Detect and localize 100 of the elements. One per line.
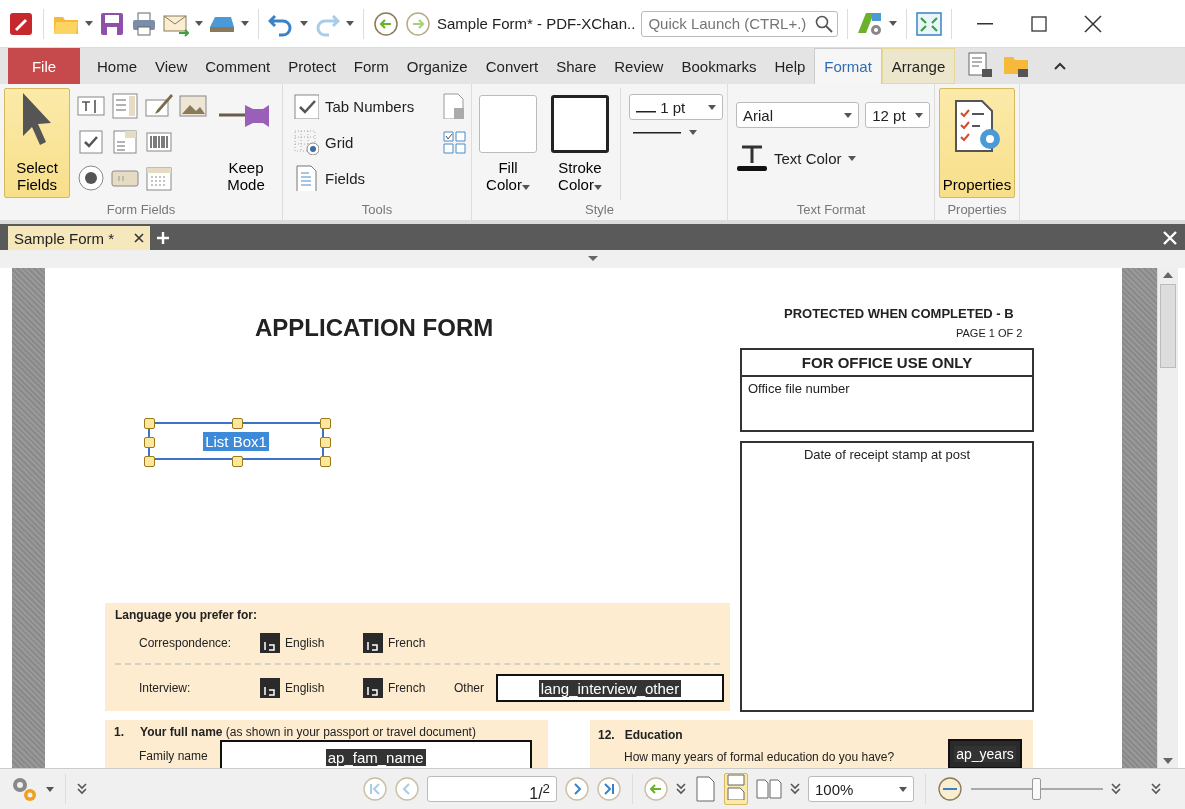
document-tab[interactable]: Sample Form * bbox=[8, 226, 150, 250]
row-label: Correspondence: bbox=[139, 636, 233, 650]
caret-icon[interactable] bbox=[85, 21, 93, 26]
ribbon-tab[interactable]: Home bbox=[88, 48, 146, 84]
gear-palette-icon[interactable] bbox=[857, 10, 884, 37]
stroke-color-button[interactable]: Stroke Color bbox=[548, 88, 612, 198]
fields-icon[interactable] bbox=[293, 165, 319, 191]
zoom-out-icon[interactable] bbox=[937, 776, 963, 802]
ribbon-tab[interactable]: Protect bbox=[279, 48, 345, 84]
option-label: French bbox=[388, 636, 426, 650]
line-width-dropdown[interactable]: 1 pt bbox=[629, 94, 723, 120]
chevron-icon[interactable] bbox=[1151, 783, 1161, 795]
back-icon[interactable] bbox=[644, 777, 668, 801]
scroll-down-icon[interactable] bbox=[1163, 758, 1173, 764]
group-label: Form Fields bbox=[105, 201, 177, 219]
form-heading: APPLICATION FORM bbox=[255, 314, 494, 342]
chevron-icon[interactable] bbox=[790, 783, 800, 795]
ribbon-tab[interactable]: Review bbox=[605, 48, 673, 84]
fullscreen-icon[interactable] bbox=[916, 10, 943, 37]
row-label: Interview: bbox=[139, 681, 192, 695]
section-title: Your full name (as shown in your passport or travel document) bbox=[140, 725, 476, 739]
checkbox-icon[interactable] bbox=[77, 128, 105, 156]
quick-launch-field[interactable]: Quick Launch (CTRL+.) bbox=[641, 10, 839, 37]
ribbon-tab[interactable]: Form bbox=[344, 48, 398, 84]
ribbon-tab[interactable]: Help bbox=[765, 48, 815, 84]
caret-icon[interactable] bbox=[847, 155, 856, 161]
scroll-up-icon[interactable] bbox=[1163, 272, 1173, 278]
caret-icon[interactable] bbox=[844, 112, 853, 118]
caret-icon[interactable] bbox=[889, 21, 898, 26]
select-fields-button[interactable]: Select Fields bbox=[4, 88, 70, 198]
ribbon-tab[interactable]: Organize bbox=[397, 48, 477, 84]
slider-thumb[interactable] bbox=[1032, 778, 1041, 800]
font-dropdown[interactable]: Arial bbox=[736, 102, 860, 128]
image-icon[interactable] bbox=[179, 92, 207, 120]
grid-icon[interactable] bbox=[293, 129, 319, 155]
keep-mode-button[interactable]: Keep Mode bbox=[214, 88, 278, 198]
ribbon-tab[interactable]: Format bbox=[814, 48, 882, 84]
field-type-icon bbox=[260, 678, 280, 698]
field-type-icon bbox=[363, 678, 383, 698]
ribbon-tool[interactable]: Grid bbox=[293, 124, 354, 160]
next-page-icon[interactable] bbox=[565, 777, 589, 801]
text-color-button[interactable]: Text Color bbox=[736, 144, 930, 172]
ribbon-tab[interactable]: View bbox=[146, 48, 197, 84]
tab-numbers-icon[interactable] bbox=[293, 93, 319, 119]
font-size-dropdown[interactable]: 12 pt bbox=[865, 102, 930, 128]
ribbon-tab[interactable]: Convert bbox=[476, 48, 548, 84]
radio-button-icon[interactable] bbox=[77, 164, 105, 192]
ribbon-tab[interactable]: Comment bbox=[196, 48, 280, 84]
caret-icon[interactable] bbox=[241, 21, 249, 26]
collapse-ribbon-icon[interactable] bbox=[1053, 61, 1068, 71]
other-text-field[interactable]: lang_interview_other bbox=[496, 674, 724, 702]
years-field[interactable]: ap_years bbox=[948, 739, 1022, 768]
caret-icon[interactable] bbox=[346, 21, 354, 26]
print-icon[interactable] bbox=[131, 10, 157, 37]
caret-icon[interactable] bbox=[708, 104, 716, 110]
section-number: 1. bbox=[114, 725, 124, 739]
line-style-icon[interactable] bbox=[633, 131, 681, 134]
option-label: French bbox=[388, 681, 426, 695]
scrollbar-thumb[interactable] bbox=[1160, 284, 1176, 368]
signature-icon[interactable] bbox=[145, 92, 173, 120]
option-label: English bbox=[285, 636, 325, 650]
caret-icon[interactable] bbox=[593, 185, 602, 190]
save-icon[interactable] bbox=[99, 10, 125, 37]
maximize-icon[interactable] bbox=[1031, 15, 1048, 32]
caret-icon[interactable] bbox=[46, 786, 54, 792]
ribbon-tool[interactable]: Fields bbox=[293, 160, 365, 196]
group-label: Properties bbox=[946, 201, 1008, 219]
caret-icon[interactable] bbox=[195, 21, 203, 26]
family-name-field[interactable]: ap_fam_name bbox=[219, 740, 532, 768]
chevron-icon[interactable] bbox=[1111, 783, 1121, 795]
search-icon bbox=[815, 14, 834, 33]
minimize-icon[interactable] bbox=[977, 22, 994, 25]
app-logo-icon[interactable] bbox=[8, 10, 34, 37]
ribbon-tab[interactable]: Share bbox=[547, 48, 606, 84]
caret-icon[interactable] bbox=[521, 185, 530, 190]
collapse-arrow-icon[interactable] bbox=[587, 256, 598, 262]
gears-icon[interactable] bbox=[10, 775, 38, 803]
family-name-label: Family name bbox=[139, 748, 208, 763]
add-tab-icon[interactable] bbox=[156, 231, 170, 245]
chevron-icon[interactable] bbox=[676, 783, 686, 795]
group-label: Style bbox=[584, 201, 615, 219]
checkbox-grid-icon[interactable] bbox=[441, 129, 467, 155]
window-title: Sample Form* - PDF-XChan.. bbox=[437, 15, 636, 32]
properties-button[interactable]: Properties bbox=[939, 88, 1015, 198]
caret-icon[interactable] bbox=[689, 130, 697, 135]
last-page-icon[interactable] bbox=[597, 777, 621, 801]
ribbon-tab[interactable]: Arrange bbox=[881, 48, 956, 84]
ribbon-tab[interactable]: Bookmarks bbox=[672, 48, 766, 84]
page-number-field[interactable]: 1/$^{2}$ bbox=[427, 776, 557, 802]
zoom-dropdown[interactable]: 100% bbox=[808, 776, 914, 802]
chevron-icon[interactable] bbox=[77, 783, 87, 795]
caret-icon[interactable] bbox=[915, 112, 923, 118]
caret-icon[interactable] bbox=[899, 786, 907, 792]
caret-icon[interactable] bbox=[300, 21, 308, 26]
close-icon[interactable] bbox=[134, 233, 144, 243]
fill-color-button[interactable]: Fill Color bbox=[476, 88, 540, 198]
file-menu[interactable]: File bbox=[8, 48, 80, 84]
close-icon[interactable] bbox=[1084, 14, 1103, 33]
back-icon[interactable] bbox=[373, 10, 399, 37]
ribbon-tool[interactable]: Tab Numbers bbox=[293, 88, 415, 124]
